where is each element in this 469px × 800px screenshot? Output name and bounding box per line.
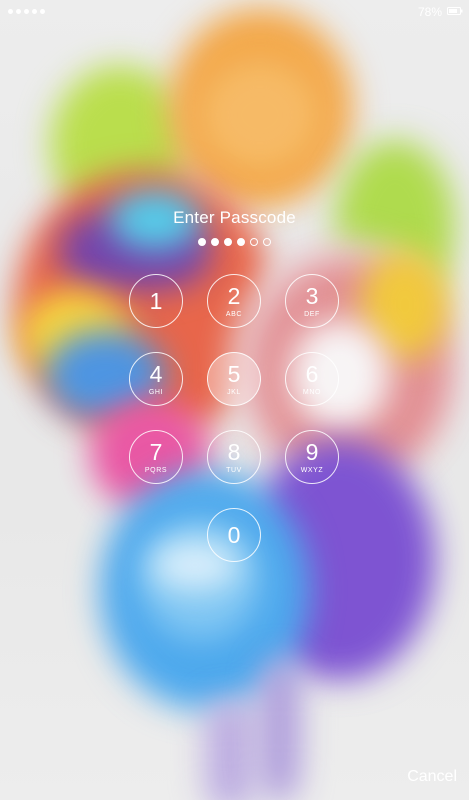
key-digit: 3 <box>305 283 319 309</box>
key-digit: 6 <box>305 361 319 387</box>
key-letters: TUV <box>226 467 242 474</box>
keypad-key-1[interactable]: 1 <box>129 274 183 328</box>
key-letters: ABC <box>225 311 243 318</box>
keypad-key-4[interactable]: 4 GHI <box>129 352 183 406</box>
keypad-key-3[interactable]: 3 DEF <box>285 274 339 328</box>
keypad-key-2[interactable]: 2 ABC <box>207 274 261 328</box>
key-letters: JKL <box>227 389 241 396</box>
lock-screen: 78% Enter Passcode 1 2 ABC 3 DEF 4 GHI 5 JKL 6 MNO… <box>0 0 469 800</box>
keypad-key-7[interactable]: 7 PQRS <box>129 430 183 484</box>
key-letters: DEF <box>304 311 320 318</box>
keypad-key-5[interactable]: 5 JKL <box>207 352 261 406</box>
keypad-key-9[interactable]: 9 WXYZ <box>285 430 339 484</box>
key-digit: 1 <box>149 288 163 314</box>
key-digit: 2 <box>227 283 241 309</box>
key-letters: PQRS <box>144 467 168 474</box>
key-digit: 0 <box>227 522 241 548</box>
key-letters: WXYZ <box>300 467 324 474</box>
key-letters: GHI <box>148 389 164 396</box>
cancel-button[interactable]: Cancel <box>407 768 457 786</box>
numeric-keypad: 1 2 ABC 3 DEF 4 GHI 5 JKL 6 MNO 7 PQRS 8 TUV 9 WXYZ 0 <box>0 0 469 800</box>
key-digit: 7 <box>149 439 163 465</box>
key-digit: 4 <box>149 361 163 387</box>
key-digit: 5 <box>227 361 241 387</box>
keypad-key-6[interactable]: 6 MNO <box>285 352 339 406</box>
keypad-key-8[interactable]: 8 TUV <box>207 430 261 484</box>
key-digit: 8 <box>227 439 241 465</box>
key-letters: MNO <box>302 389 322 396</box>
keypad-key-0[interactable]: 0 <box>207 508 261 562</box>
key-digit: 9 <box>305 439 319 465</box>
